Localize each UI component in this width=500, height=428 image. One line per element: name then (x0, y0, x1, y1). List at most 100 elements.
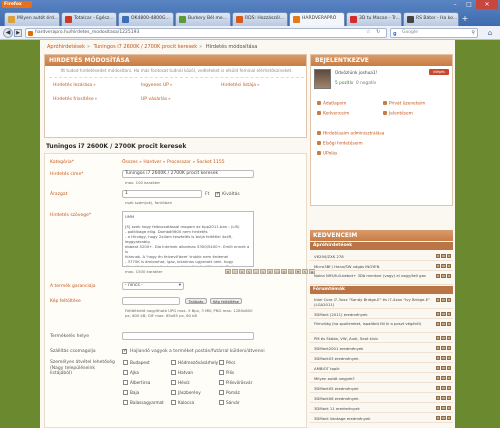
link-manage-ads[interactable]: Hirdetésaim adminisztrálása (317, 131, 384, 137)
delete-icon[interactable] (446, 396, 451, 400)
favorite-item[interactable]: 3DMark Vantage eredmények (310, 414, 453, 423)
favorite-item[interactable]: 3DMark2001 eredmények (310, 344, 453, 353)
link-messages[interactable]: Privát üzeneteim (383, 101, 425, 107)
link-ad-list[interactable]: Hirdetési listája» (221, 82, 259, 88)
favorite-item[interactable]: Milyen autót vegyek? (310, 374, 453, 383)
new-tab-button[interactable]: + (460, 12, 470, 26)
city-option[interactable]: Balassagyarmat (123, 400, 164, 405)
back-icon[interactable]: ◀ (3, 28, 13, 38)
city-checkbox[interactable] (219, 380, 224, 385)
mail-icon[interactable] (436, 264, 441, 268)
favorite-item[interactable]: V6290/ZXK 278 (310, 252, 453, 261)
favorite-item[interactable]: Nokia N95/full-bebot+ 3Db mentarr (vagy)… (310, 272, 453, 285)
search-icon[interactable]: ⚲ (471, 29, 475, 37)
tab-2[interactable]: OK4800-4800G... (118, 12, 174, 26)
city-option[interactable]: Budapest (123, 360, 150, 365)
favorite-item[interactable]: Filmvilág (ha spoilereket, ispaitbíd föl… (310, 320, 453, 333)
favorite-item[interactable]: Intel Core i7-3xxx "Sandy Bridge-E" és i… (310, 296, 453, 309)
folder-icon[interactable] (441, 346, 446, 350)
city-checkbox[interactable] (123, 360, 128, 365)
delete-icon[interactable] (446, 366, 451, 370)
forward-icon[interactable]: ▶ (14, 29, 22, 37)
negative-rating[interactable]: 0 negatív (356, 81, 376, 86)
city-option[interactable]: Jászberény (171, 390, 201, 395)
city-option[interactable]: Kalocsa (171, 400, 194, 405)
folder-icon[interactable] (441, 416, 446, 420)
city-checkbox[interactable] (171, 370, 176, 375)
city-option[interactable]: Pomáz (219, 390, 240, 395)
city-checkbox[interactable] (123, 400, 128, 405)
link-previous-ads[interactable]: Elsőgi hirdetéseim (317, 141, 363, 147)
folder-icon[interactable] (441, 406, 446, 410)
mail-icon[interactable] (436, 274, 441, 278)
mail-icon[interactable] (436, 322, 441, 326)
link-reports[interactable]: Jelentésem (383, 111, 413, 117)
city-option[interactable]: Albertirsa (123, 380, 150, 385)
tab-1[interactable]: Totalcar - Egész... (61, 12, 117, 26)
shipping-checkbox[interactable] (122, 348, 127, 354)
link-free-up[interactable]: Ingyenes UP» (141, 82, 172, 88)
folder-icon[interactable] (441, 386, 446, 390)
city-input[interactable] (122, 332, 254, 340)
link-favorites[interactable]: Kedvenceim (317, 111, 349, 117)
browse-button[interactable]: Tallózás (185, 298, 207, 304)
format-button[interactable]: @ (281, 269, 287, 274)
bookmark-star-icon[interactable]: ☆ ↻ (366, 29, 382, 35)
logout-button[interactable]: kilépés (429, 69, 449, 75)
format-button[interactable]: ✎ (302, 269, 308, 274)
exchange-checkbox[interactable] (215, 191, 220, 197)
category-value[interactable]: Összes » Hardver » Processzor » Socket 1… (122, 160, 225, 165)
delete-icon[interactable] (446, 312, 451, 316)
delete-icon[interactable] (446, 298, 451, 302)
city-checkbox[interactable] (171, 380, 176, 385)
mail-icon[interactable] (436, 336, 441, 340)
mail-icon[interactable] (436, 254, 441, 258)
maximize-icon[interactable]: □ (462, 0, 476, 9)
favorite-item[interactable]: 3DMark05 eredmények (310, 384, 453, 393)
city-option[interactable]: Pilis (219, 370, 234, 375)
delete-icon[interactable] (446, 356, 451, 360)
favorite-item[interactable]: 3DMark03 eredmények (310, 354, 453, 363)
city-option[interactable]: Ajka (123, 370, 139, 375)
delete-icon[interactable] (446, 322, 451, 326)
delete-icon[interactable] (446, 254, 451, 258)
city-checkbox[interactable] (171, 400, 176, 405)
search-box[interactable]: g Google ⚲ (390, 28, 478, 38)
city-checkbox[interactable] (123, 370, 128, 375)
favorite-item[interactable]: 3DMark 11 eredmények (310, 404, 453, 413)
upload-button[interactable]: Kép feltöltése (210, 298, 242, 304)
close-icon[interactable]: ✕ (476, 0, 498, 9)
breadcrumb-link-ads[interactable]: Apróhirdetések (47, 44, 85, 50)
mail-icon[interactable] (436, 376, 441, 380)
city-checkbox[interactable] (123, 390, 128, 395)
folder-icon[interactable] (441, 274, 446, 278)
delete-icon[interactable] (446, 386, 451, 390)
city-checkbox[interactable] (219, 400, 224, 405)
breadcrumb-link-ad[interactable]: Tuningos i7 2600K / 2700K procit keresek (94, 44, 198, 50)
city-option[interactable]: Baja (123, 390, 139, 395)
link-refresh-ad[interactable]: Hirdetés frissítése» (53, 96, 97, 102)
delete-icon[interactable] (446, 274, 451, 278)
folder-icon[interactable] (441, 366, 446, 370)
city-option[interactable]: Sárvár (219, 400, 240, 405)
format-button[interactable]: 1 (260, 269, 266, 274)
city-option[interactable]: Hódmezővásárhely (171, 360, 218, 365)
tab-3[interactable]: Burkery Bél me... (175, 12, 231, 26)
favorite-item[interactable]: Micro3Bf / Hanx/SW vágás INGYEN (310, 262, 453, 271)
delete-icon[interactable] (446, 416, 451, 420)
format-button[interactable]: • (253, 269, 259, 274)
delete-icon[interactable] (446, 376, 451, 380)
folder-icon[interactable] (441, 336, 446, 340)
favorite-item[interactable]: 3DMark (2011) eredmények (310, 310, 453, 319)
folder-icon[interactable] (441, 312, 446, 316)
city-option[interactable]: Pécs (219, 360, 235, 365)
delete-icon[interactable] (446, 264, 451, 268)
format-button[interactable]: B (225, 269, 231, 274)
warranty-select[interactable]: - nincs - ▾ (122, 282, 184, 290)
format-button[interactable]: S (246, 269, 252, 274)
link-up[interactable]: UPolás (317, 151, 337, 157)
description-textarea[interactable]: UMM [S] ezek hogy felbocsátással magam az… (122, 211, 254, 267)
folder-icon[interactable] (441, 264, 446, 268)
format-button[interactable]: ⚑ (295, 269, 301, 274)
title-input[interactable]: Tuningos i7 2600K / 2700K procit keresek (122, 170, 254, 178)
